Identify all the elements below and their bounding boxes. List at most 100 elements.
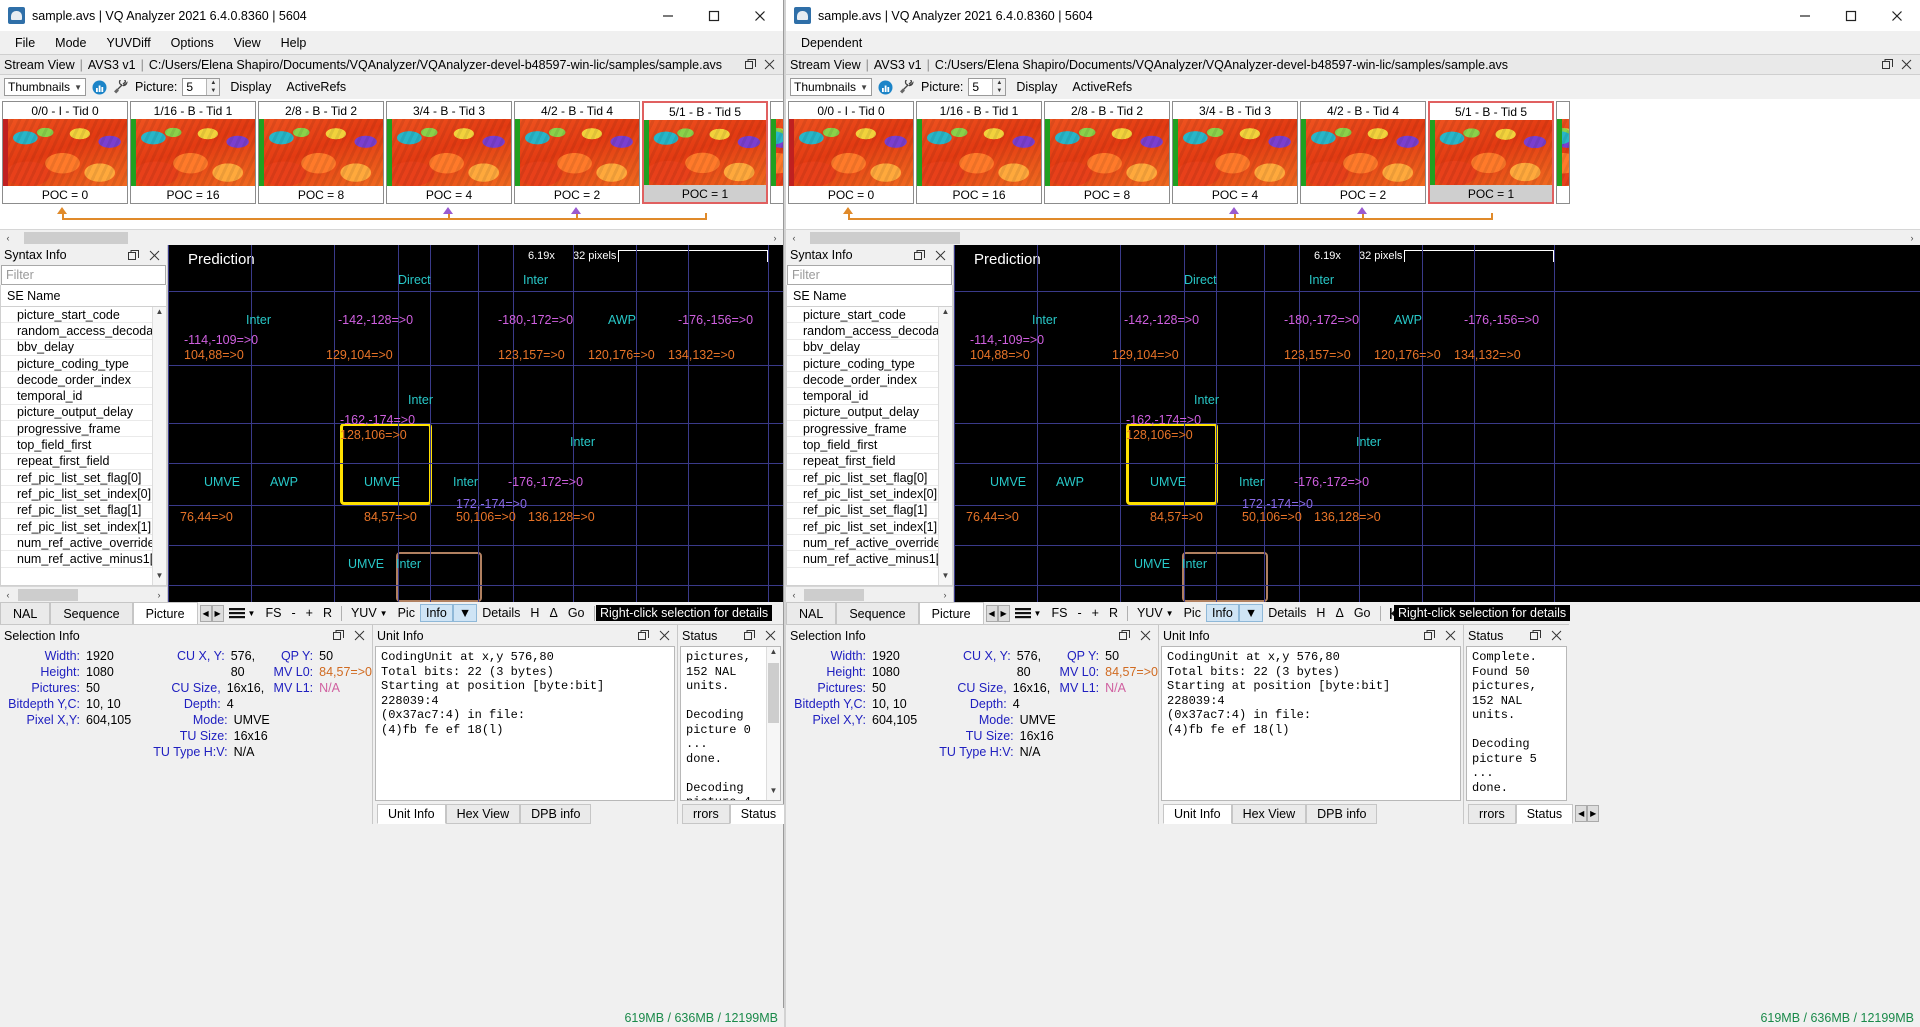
scroll-right-icon[interactable]: ›	[151, 590, 167, 600]
float-icon[interactable]	[744, 58, 757, 71]
syntax-list-item[interactable]: picture_start_code	[1, 307, 166, 324]
syntax-list-scrollbar[interactable]: ▲ ▼	[938, 307, 952, 585]
scroll-right-icon[interactable]: ›	[767, 233, 783, 243]
status-scrollbar[interactable]: ▲ ▼	[766, 647, 780, 800]
tab-nav-buttons[interactable]: ◀ ▶	[985, 604, 1010, 622]
float-icon[interactable]	[637, 629, 650, 642]
wrench-icon[interactable]	[113, 79, 130, 96]
scroll-up-icon[interactable]: ▲	[767, 647, 780, 661]
menu-yuvdiff[interactable]: YUVDiff	[97, 33, 159, 53]
stepper-buttons[interactable]: ▲ ▼	[992, 79, 1006, 95]
tab-dpb-info[interactable]: DPB info	[1306, 803, 1378, 824]
chevron-left-icon[interactable]: ◀	[199, 604, 212, 622]
details-button[interactable]: Details	[1263, 605, 1311, 621]
tab-dpb-info[interactable]: DPB info	[520, 803, 592, 824]
syntax-list-item[interactable]: ref_pic_list_set_flag[0]	[787, 470, 952, 487]
thumbnail-0[interactable]: 0/0 - I - Tid 0 POC = 0	[2, 101, 128, 204]
close-icon[interactable]	[1874, 0, 1920, 31]
hamburger-icon[interactable]: ▼	[224, 606, 261, 620]
scroll-left-icon[interactable]: ‹	[0, 233, 16, 243]
scroll-track[interactable]	[16, 587, 151, 602]
scroll-track[interactable]	[802, 230, 1904, 245]
syntax-list-item[interactable]: progressive_frame	[787, 421, 952, 438]
tab-unit-info[interactable]: Unit Info	[1163, 803, 1232, 824]
syntax-list-item[interactable]: temporal_id	[1, 388, 166, 405]
tab-status[interactable]: Status	[1515, 803, 1574, 824]
close-icon[interactable]	[353, 629, 366, 642]
syntax-list-item[interactable]: picture_output_delay	[787, 405, 952, 422]
tab-picture[interactable]: Picture	[918, 602, 984, 624]
maximize-icon[interactable]	[691, 0, 737, 31]
zoom-out-button[interactable]: -	[286, 605, 300, 621]
close-icon[interactable]	[934, 249, 947, 262]
chevron-right-icon[interactable]: ▶	[211, 604, 224, 622]
syntax-list-item[interactable]: temporal_id	[787, 388, 952, 405]
chevron-down-icon[interactable]: ▼	[1166, 609, 1174, 618]
close-icon[interactable]	[658, 629, 671, 642]
thumbnail-5[interactable]: 5/1 - B - Tid 5 POC = 1	[642, 101, 768, 204]
scroll-track[interactable]	[16, 230, 767, 245]
thumbnail-0[interactable]: 0/0 - I - Tid 0 POC = 0	[788, 101, 914, 204]
display-button[interactable]: Display	[225, 79, 276, 95]
thumbnail-partial[interactable]	[1556, 101, 1570, 204]
thumbnail-1[interactable]: 1/16 - B - Tid 1 POC = 16	[130, 101, 256, 204]
syntax-list-item[interactable]: random_access_decodable_flag	[1, 323, 166, 340]
scroll-left-icon[interactable]: ‹	[786, 233, 802, 243]
tab-hex-view[interactable]: Hex View	[445, 803, 521, 824]
menu-help[interactable]: Help	[272, 33, 316, 53]
display-button[interactable]: Display	[1011, 79, 1062, 95]
zoom-in-button[interactable]: +	[1087, 605, 1104, 621]
status-textbox[interactable]: Complete. Found 50 pictures, 152 NAL uni…	[1466, 646, 1567, 801]
thumbnail-2[interactable]: 2/8 - B - Tid 2 POC = 8	[1044, 101, 1170, 204]
active-refs-button[interactable]: ActiveRefs	[281, 79, 351, 95]
tab-hex-view[interactable]: Hex View	[1231, 803, 1307, 824]
thumbnail-2[interactable]: 2/8 - B - Tid 2 POC = 8	[258, 101, 384, 204]
tab-errors[interactable]: rrors	[682, 803, 730, 824]
syntax-list-item[interactable]: ref_pic_list_set_index[1]	[1, 519, 166, 536]
chevron-right-icon[interactable]: ▶	[997, 604, 1010, 622]
view-mode-select[interactable]: Thumbnails ▼	[4, 78, 86, 96]
tab-sequence[interactable]: Sequence	[836, 602, 919, 624]
thumbnail-3[interactable]: 3/4 - B - Tid 3 POC = 4	[1172, 101, 1298, 204]
scroll-thumb[interactable]	[18, 588, 78, 601]
left-thumbnail-scrollbar[interactable]: ‹ ›	[0, 229, 783, 245]
menu-view[interactable]: View	[225, 33, 270, 53]
chart-icon[interactable]	[877, 79, 894, 96]
close-icon[interactable]	[737, 0, 783, 31]
scroll-thumb[interactable]	[804, 588, 864, 601]
syntax-list-item[interactable]: picture_coding_type	[787, 356, 952, 373]
reset-button[interactable]: R	[1104, 605, 1123, 621]
tab-errors[interactable]: rrors	[1468, 803, 1516, 824]
view-mode-select[interactable]: Thumbnails ▼	[790, 78, 872, 96]
chevron-down-icon[interactable]: ▼	[380, 609, 388, 618]
minimize-icon[interactable]	[645, 0, 691, 31]
chevron-down-icon[interactable]: ▼	[248, 609, 256, 618]
picture-stepper[interactable]: 5 ▲ ▼	[968, 78, 1007, 96]
syntax-filter-input[interactable]: Filter	[787, 265, 952, 285]
close-icon[interactable]	[148, 249, 161, 262]
syntax-list-item[interactable]: ref_pic_list_set_flag[0]	[1, 470, 166, 487]
left-video-canvas[interactable]: Prediction 6.19x 32 pixels Direct Inter In…	[168, 245, 783, 602]
menu-mode[interactable]: Mode	[46, 33, 95, 53]
scroll-up-icon[interactable]: ▲	[939, 307, 952, 321]
pic-button[interactable]: Pic	[393, 605, 420, 621]
close-icon[interactable]	[1900, 58, 1913, 71]
syntax-list-item[interactable]: ref_pic_list_set_index[0]	[787, 486, 952, 503]
chart-icon[interactable]	[91, 79, 108, 96]
go-button[interactable]: Go	[1349, 605, 1376, 621]
close-icon[interactable]	[1550, 629, 1563, 642]
scroll-thumb[interactable]	[24, 231, 128, 244]
scroll-down-icon[interactable]: ▼	[939, 571, 952, 585]
close-icon[interactable]	[1139, 629, 1152, 642]
float-icon[interactable]	[743, 629, 756, 642]
syntax-list-item[interactable]: repeat_first_field	[1, 454, 166, 470]
chevron-down-icon[interactable]: ▼	[452, 604, 478, 622]
status-textbox[interactable]: pictures, 152 NAL units. Decoding pictur…	[680, 646, 781, 801]
zoom-out-button[interactable]: -	[1072, 605, 1086, 621]
syntax-list-item[interactable]: repeat_first_field	[787, 454, 952, 470]
tab-nal[interactable]: NAL	[786, 602, 837, 624]
syntax-list-item[interactable]: ref_pic_list_set_index[1]	[787, 519, 952, 536]
zoom-in-button[interactable]: +	[301, 605, 318, 621]
chevron-down-icon[interactable]: ▼	[1034, 609, 1042, 618]
syntax-element-list[interactable]: picture_start_coderandom_access_decodabl…	[0, 307, 167, 586]
